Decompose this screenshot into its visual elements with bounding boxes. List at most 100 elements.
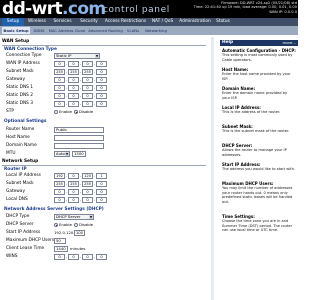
ip-octet[interactable]: 0 (82, 189, 93, 195)
stp-enable-radio[interactable] (54, 110, 58, 114)
dhcp-enable-radio[interactable] (54, 223, 58, 227)
tab-nat-qos[interactable]: NAT / QoS (149, 18, 176, 26)
ip-octet[interactable]: 1 (96, 173, 107, 179)
ip-octet[interactable]: 0 (54, 93, 65, 99)
help-more-link[interactable]: more... (283, 40, 296, 46)
ip-octet[interactable]: 0 (82, 61, 93, 67)
subtab-networking[interactable]: Networking (142, 27, 170, 34)
subtab-advanced-routing[interactable]: Advanced Routing (87, 27, 124, 34)
ip-octet[interactable]: 0 (68, 254, 79, 260)
dhcp-enable-label: Enable (59, 222, 72, 227)
client-lease-input[interactable]: 1440 (54, 246, 68, 252)
mtu-mode-value: Auto (56, 151, 65, 156)
help-item-text: You may limit the number of addresses yo… (222, 186, 293, 204)
help-item-text: This is the address of the router. (222, 110, 281, 114)
max-dhcp-users-input[interactable]: 50 (54, 238, 66, 244)
ip-octet[interactable]: 0 (68, 197, 79, 203)
ip-octet[interactable]: 0 (82, 85, 93, 91)
ip-octet[interactable]: 0 (68, 101, 79, 107)
ip-octet[interactable]: 0 (54, 85, 65, 91)
tab-wireless[interactable]: Wireless (25, 18, 49, 26)
router-name-label: Router Name (6, 127, 35, 132)
static-dns3-label: Static DNS 3 (6, 101, 34, 106)
ip-octet[interactable]: 0 (68, 85, 79, 91)
subtab-basic-setup[interactable]: Basic Setup (2, 27, 30, 34)
logo-text: dd-wrt (2, 0, 63, 18)
tab-access-restrictions[interactable]: Access Restrictions (103, 18, 148, 26)
ip-octet[interactable]: 0 (54, 189, 65, 195)
stp-label: STP (6, 109, 14, 114)
help-header: Help more... (220, 40, 298, 46)
ip-octet[interactable]: 0 (54, 101, 65, 107)
ip-octet[interactable]: 0 (96, 101, 107, 107)
start-ip-last-octet[interactable]: 100 (74, 230, 85, 236)
ip-octet[interactable]: 255 (68, 69, 79, 75)
ip-octet[interactable]: 0 (82, 254, 93, 260)
ip-octet[interactable]: 255 (68, 181, 79, 187)
tab-services[interactable]: Services (50, 18, 75, 26)
ip-octet[interactable]: 0 (54, 77, 65, 83)
tab-status[interactable]: Status (214, 18, 232, 26)
ip-octet[interactable]: 0 (54, 197, 65, 203)
ip-octet[interactable]: 0 (54, 254, 65, 260)
domain-name-input[interactable] (54, 143, 104, 149)
chevron-down-icon: ▼ (89, 215, 93, 219)
dhcp-disable-radio[interactable] (74, 223, 78, 227)
ip-octet[interactable]: 120 (82, 173, 93, 179)
ip-octet[interactable]: 0 (96, 77, 107, 83)
ip-octet[interactable]: 0 (68, 93, 79, 99)
ip-octet[interactable]: 0 (82, 93, 93, 99)
host-name-input[interactable] (54, 135, 104, 141)
ip-octet[interactable]: 0 (96, 93, 107, 99)
help-item-text: Enter the domain name provided by your I… (222, 91, 288, 100)
stp-disable-label: Disable (79, 109, 94, 114)
router-name-input[interactable]: Public (54, 127, 104, 133)
start-ip-prefix: 192.0.120. (54, 230, 75, 235)
ip-octet[interactable]: 0 (96, 61, 107, 67)
client-lease-label: Client Lease Time (6, 246, 45, 251)
ip-octet[interactable]: 255 (54, 181, 65, 187)
ip-octet[interactable]: 0 (82, 77, 93, 83)
ip-octet[interactable]: 0 (96, 254, 107, 260)
help-item-text: This is the subnet mask of the router. (222, 129, 290, 133)
ip-octet[interactable]: 0 (68, 173, 79, 179)
ip-octet[interactable]: 0 (82, 101, 93, 107)
ddwrt-logo: dd-wrt.com (2, 0, 106, 18)
ip-octet[interactable]: 0 (96, 197, 107, 203)
ip-octet[interactable]: 255 (82, 69, 93, 75)
host-name-label: Host Name (6, 135, 30, 140)
ip-octet[interactable]: 0 (68, 77, 79, 83)
connection-type-select[interactable]: Static IP ▼ (54, 53, 100, 59)
subtab-vlans[interactable]: VLANs (125, 27, 141, 34)
ip-octet[interactable]: 0 (54, 61, 65, 67)
ip-octet[interactable]: 0 (68, 189, 79, 195)
divider (2, 45, 206, 46)
ip-octet[interactable]: 255 (82, 181, 93, 187)
tab-setup[interactable]: Setup (2, 18, 24, 26)
ip-octet[interactable]: 0 (82, 197, 93, 203)
help-item-text: Allows the router to manage your IP addr… (222, 148, 287, 157)
subtab-ddns[interactable]: DDNS (31, 27, 47, 34)
tab-security[interactable]: Security (76, 18, 102, 26)
subsection-dhcp: Network Address Server Settings (DHCP) (4, 207, 104, 212)
max-dhcp-users-label: Maximum DHCP Users (6, 238, 55, 243)
connection-type-value: Static IP (56, 53, 72, 58)
tab-administration[interactable]: Administration (177, 18, 213, 26)
stp-disable-radio[interactable] (74, 110, 78, 114)
ip-octet[interactable]: 0 (96, 85, 107, 91)
scrollbar[interactable] (211, 37, 214, 300)
ip-octet[interactable]: 192 (54, 173, 65, 179)
ip-octet[interactable]: 0 (96, 181, 107, 187)
ip-octet[interactable]: 0 (96, 189, 107, 195)
sub-navigation: Basic Setup DDNS MAC Address Clone Advan… (0, 26, 298, 35)
help-title: Help (222, 40, 234, 45)
ip-octet[interactable]: 255 (54, 69, 65, 75)
ip-octet[interactable]: 0 (68, 61, 79, 67)
subtab-mac-address-clone[interactable]: MAC Address Clone (48, 27, 86, 34)
system-info: Firmware: DD-WRT v24-sp2 (05/21/08) std … (194, 1, 297, 14)
mtu-mode-select[interactable]: Auto ▼ (54, 151, 70, 157)
mtu-label: MTU (6, 151, 16, 156)
mtu-value-input[interactable]: 1500 (72, 151, 86, 157)
dhcp-type-select[interactable]: DHCP Server ▼ (54, 214, 94, 220)
ip-octet[interactable]: 0 (96, 69, 107, 75)
